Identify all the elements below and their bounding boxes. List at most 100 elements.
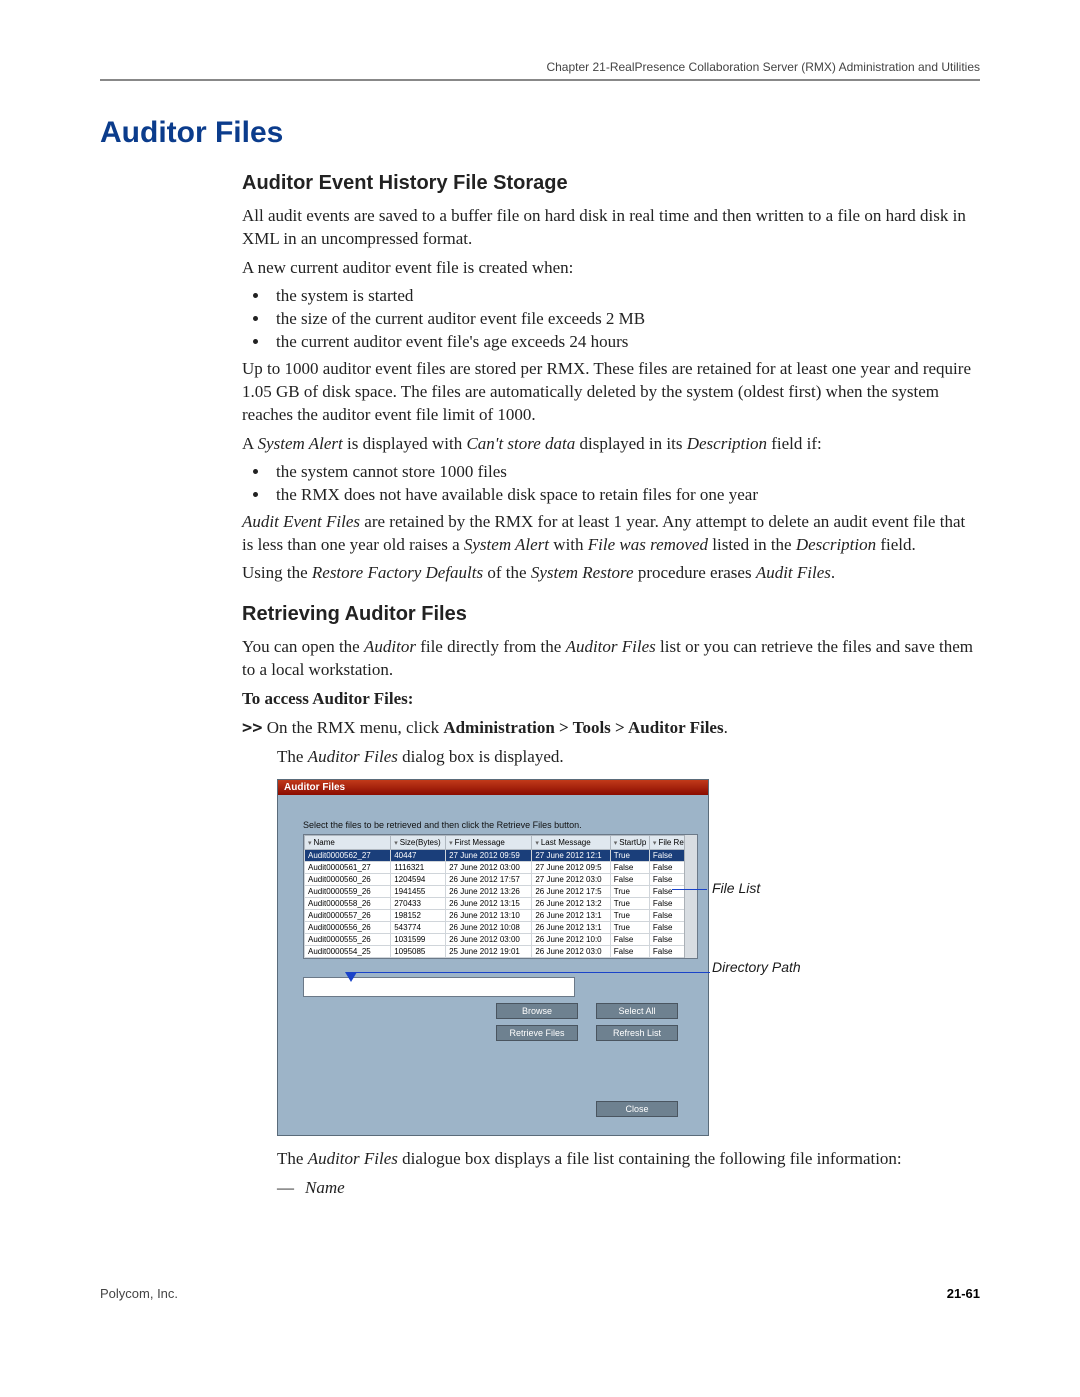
annotation-file-list: File List [712, 880, 760, 896]
table-cell: Audit0000558_26 [305, 898, 391, 910]
table-cell: 26 June 2012 13:1 [532, 922, 610, 934]
para: All audit events are saved to a buffer f… [242, 205, 980, 251]
table-cell: 198152 [391, 910, 446, 922]
table-row[interactable]: Audit0000562_274044727 June 2012 09:5927… [305, 850, 697, 862]
dialog-instruction: Select the files to be retrieved and the… [303, 820, 698, 830]
table-row[interactable]: Audit0000559_26194145526 June 2012 13:26… [305, 886, 697, 898]
table-cell: 270433 [391, 898, 446, 910]
para: Using the Restore Factory Defaults of th… [242, 562, 980, 585]
table-cell: 543774 [391, 922, 446, 934]
table-cell: 26 June 2012 13:15 [446, 898, 532, 910]
table-cell: True [610, 886, 649, 898]
table-row[interactable]: Audit0000555_26103159926 June 2012 03:00… [305, 934, 697, 946]
table-cell: False [610, 874, 649, 886]
para: A new current auditor event file is crea… [242, 257, 980, 280]
table-row[interactable]: Audit0000556_2654377426 June 2012 10:082… [305, 922, 697, 934]
para: Audit Event Files are retained by the RM… [242, 511, 980, 557]
table-cell: 1116321 [391, 862, 446, 874]
table-cell: True [610, 850, 649, 862]
table-cell: 26 June 2012 10:0 [532, 934, 610, 946]
table-cell: 27 June 2012 03:00 [446, 862, 532, 874]
header-rule [100, 79, 980, 81]
table-cell: True [610, 922, 649, 934]
table-cell: 26 June 2012 13:2 [532, 898, 610, 910]
col-last[interactable]: Last Message [532, 836, 610, 850]
list-item: the system is started [270, 286, 980, 306]
table-row[interactable]: Audit0000561_27111632127 June 2012 03:00… [305, 862, 697, 874]
table-cell: 1204594 [391, 874, 446, 886]
list-item: the RMX does not have available disk spa… [270, 485, 980, 505]
list-item: the current auditor event file's age exc… [270, 332, 980, 352]
annotation-line [672, 889, 707, 890]
table-cell: 26 June 2012 03:00 [446, 934, 532, 946]
table-cell: True [610, 910, 649, 922]
section-heading-retrieving: Retrieving Auditor Files [242, 603, 980, 626]
col-first[interactable]: First Message [446, 836, 532, 850]
table-row[interactable]: Audit0000554_25109508525 June 2012 19:01… [305, 946, 697, 958]
table-cell: Audit0000554_25 [305, 946, 391, 958]
file-list-pane[interactable]: Name Size(Bytes) First Message Last Mess… [303, 834, 698, 959]
annotation-directory-path: Directory Path [712, 959, 801, 975]
table-cell: 1031599 [391, 934, 446, 946]
table-cell: 27 June 2012 09:59 [446, 850, 532, 862]
footer-company: Polycom, Inc. [100, 1286, 178, 1301]
table-cell: 27 June 2012 12:1 [532, 850, 610, 862]
procedure-heading: To access Auditor Files: [242, 688, 980, 711]
scrollbar[interactable] [684, 835, 697, 958]
table-cell: False [610, 862, 649, 874]
step-arrow-icon: >> [242, 718, 262, 738]
table-cell: Audit0000557_26 [305, 910, 391, 922]
auditor-files-table[interactable]: Name Size(Bytes) First Message Last Mess… [304, 835, 697, 958]
table-cell: 26 June 2012 03:0 [532, 946, 610, 958]
table-cell: Audit0000560_26 [305, 874, 391, 886]
table-cell: Audit0000556_26 [305, 922, 391, 934]
table-cell: 25 June 2012 19:01 [446, 946, 532, 958]
step-result: The Auditor Files dialog box is displaye… [242, 746, 980, 769]
annotation-line [350, 972, 710, 973]
chapter-header: Chapter 21-RealPresence Collaboration Se… [100, 60, 980, 79]
annotation-arrow-icon [345, 972, 357, 982]
bullet-list: the system is started the size of the cu… [242, 286, 980, 352]
page-footer: Polycom, Inc. 21-61 [100, 1286, 980, 1301]
browse-button[interactable]: Browse [496, 1003, 578, 1019]
refresh-list-button[interactable]: Refresh List [596, 1025, 678, 1041]
step: >> On the RMX menu, click Administration… [242, 717, 980, 740]
para: The Auditor Files dialogue box displays … [242, 1148, 980, 1171]
table-cell: 26 June 2012 13:26 [446, 886, 532, 898]
footer-page-number: 21-61 [947, 1286, 980, 1301]
table-cell: Audit0000562_27 [305, 850, 391, 862]
col-name[interactable]: Name [305, 836, 391, 850]
close-button[interactable]: Close [596, 1101, 678, 1117]
table-cell: 27 June 2012 03:0 [532, 874, 610, 886]
table-cell: False [610, 934, 649, 946]
table-cell: 40447 [391, 850, 446, 862]
bullet-list: the system cannot store 1000 files the R… [242, 462, 980, 505]
table-cell: 1095085 [391, 946, 446, 958]
directory-path-input[interactable] [303, 977, 575, 997]
para: You can open the Auditor file directly f… [242, 636, 980, 682]
table-row[interactable]: Audit0000560_26120459426 June 2012 17:57… [305, 874, 697, 886]
table-cell: 26 June 2012 10:08 [446, 922, 532, 934]
table-cell: True [610, 898, 649, 910]
select-all-button[interactable]: Select All [596, 1003, 678, 1019]
retrieve-files-button[interactable]: Retrieve Files [496, 1025, 578, 1041]
list-item: the system cannot store 1000 files [270, 462, 980, 482]
list-item: the size of the current auditor event fi… [270, 309, 980, 329]
auditor-files-dialog-figure: Auditor Files Select the files to be ret… [242, 779, 980, 1136]
dash-list-item: —Name [242, 1177, 980, 1200]
table-row[interactable]: Audit0000558_2627043326 June 2012 13:152… [305, 898, 697, 910]
col-size[interactable]: Size(Bytes) [391, 836, 446, 850]
section-heading-storage: Auditor Event History File Storage [242, 172, 980, 195]
table-header-row: Name Size(Bytes) First Message Last Mess… [305, 836, 697, 850]
table-cell: 26 June 2012 13:1 [532, 910, 610, 922]
table-cell: 26 June 2012 13:10 [446, 910, 532, 922]
auditor-files-dialog: Auditor Files Select the files to be ret… [277, 779, 709, 1136]
table-cell: 27 June 2012 09:5 [532, 862, 610, 874]
col-startup[interactable]: StartUp [610, 836, 649, 850]
table-cell: 1941455 [391, 886, 446, 898]
table-cell: Audit0000555_26 [305, 934, 391, 946]
table-cell: Audit0000559_26 [305, 886, 391, 898]
table-row[interactable]: Audit0000557_2619815226 June 2012 13:102… [305, 910, 697, 922]
para: A System Alert is displayed with Can't s… [242, 433, 980, 456]
dialog-title: Auditor Files [278, 780, 708, 795]
